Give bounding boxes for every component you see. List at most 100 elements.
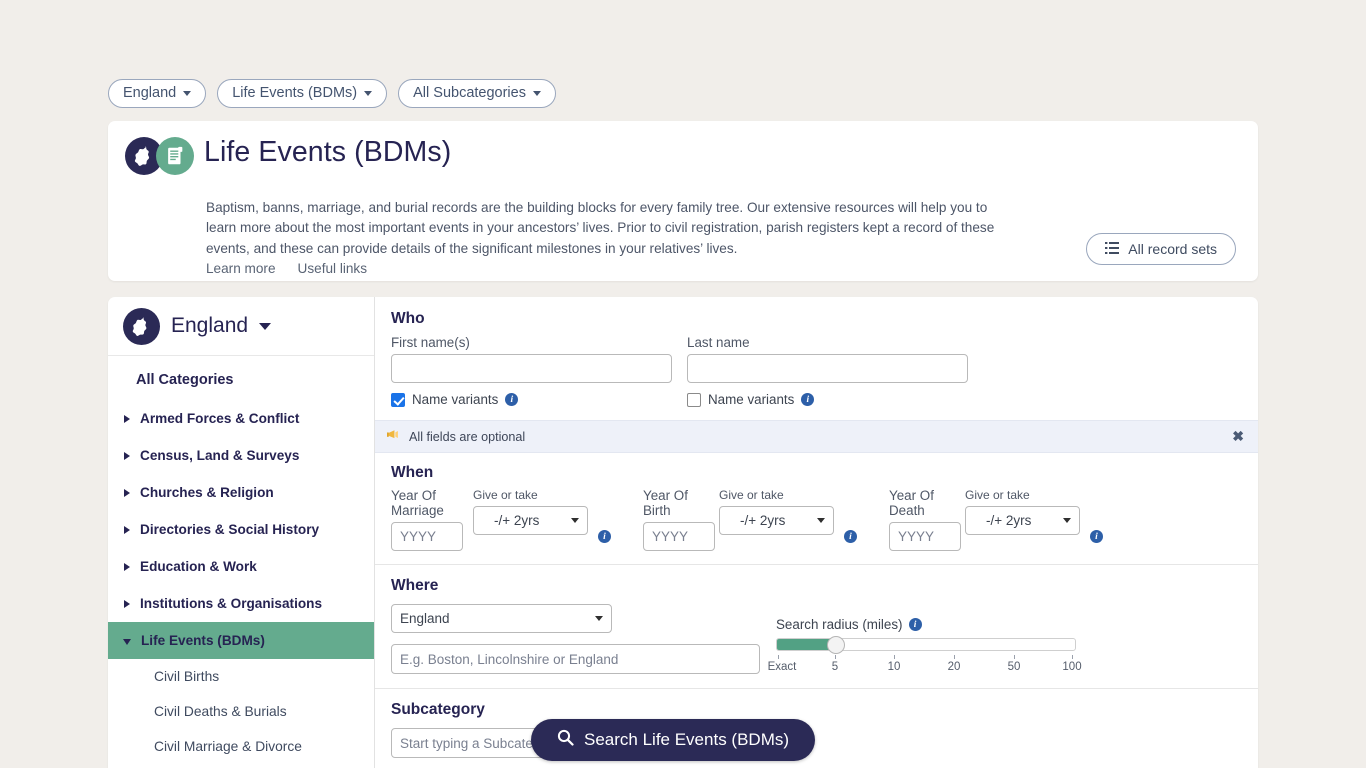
chevron-down-icon	[571, 518, 579, 523]
learn-more-link[interactable]: Learn more	[206, 261, 276, 276]
sidebar-subitem-civil-deaths-burials[interactable]: Civil Deaths & Burials	[108, 694, 374, 729]
chevron-down-icon	[595, 616, 603, 621]
search-radius-handle[interactable]	[827, 636, 845, 654]
first-name-variants-row[interactable]: Name variants i	[391, 392, 687, 407]
optional-fields-notice: All fields are optional ✖	[375, 420, 1258, 453]
birth-give-or-take-value: -/+ 2yrs	[740, 513, 786, 528]
tick-mark	[1072, 655, 1073, 659]
info-icon[interactable]: i	[1090, 530, 1103, 543]
who-section-title: Who	[391, 310, 425, 327]
sidebar-item-churches-religion[interactable]: Churches & Religion	[108, 474, 374, 511]
sidebar-item-institutions-organisations[interactable]: Institutions & Organisations	[108, 585, 374, 622]
sidebar-item-label: Census, Land & Surveys	[140, 448, 300, 463]
info-icon[interactable]: i	[598, 530, 611, 543]
year-of-birth-input[interactable]	[643, 522, 715, 551]
close-icon[interactable]: ✖	[1232, 428, 1244, 445]
first-name-input[interactable]	[391, 354, 672, 383]
breadcrumb-chip-country-label: England	[123, 85, 177, 101]
hero-icon-group	[125, 137, 194, 175]
info-icon[interactable]: i	[801, 393, 815, 406]
sidebar-item-label: Education & Work	[140, 559, 257, 574]
search-radius-tick-100: 100	[1062, 661, 1082, 673]
breadcrumb-chip-category[interactable]: Life Events (BDMs)	[217, 79, 388, 108]
death-give-or-take-label: Give or take	[965, 488, 1030, 502]
hero-links: Learn more Useful links	[206, 261, 367, 276]
all-record-sets-label: All record sets	[1128, 241, 1217, 257]
sidebar-subitem-civil-births[interactable]: Civil Births	[108, 659, 374, 694]
tick-mark	[835, 655, 836, 659]
breadcrumb: England Life Events (BDMs) All Subcatego…	[108, 79, 556, 108]
tick-mark	[1014, 655, 1015, 659]
search-radius-control: Search radius (miles) i Exact 5 10 20 50…	[768, 617, 1082, 677]
tick-mark	[954, 655, 955, 659]
search-radius-tick-20: 20	[947, 661, 961, 673]
sidebar-item-label: Directories & Social History	[140, 522, 320, 537]
year-of-death-input[interactable]	[889, 522, 961, 551]
sidebar-item-label: Life Events (BDMs)	[141, 633, 265, 648]
sidebar-item-census-land-surveys[interactable]: Census, Land & Surveys	[108, 437, 374, 474]
search-radius-ticks: Exact 5 10 20 50 100	[768, 655, 1082, 677]
search-radius-label: Search radius (miles)	[776, 617, 903, 632]
marriage-give-or-take-label: Give or take	[473, 488, 538, 502]
sidebar-country-selector[interactable]: England	[108, 297, 374, 356]
place-input[interactable]	[391, 644, 760, 674]
who-section: Who First name(s) Name variants i Last n…	[375, 297, 1258, 407]
useful-links-link[interactable]: Useful links	[298, 261, 368, 276]
sidebar-item-label: Armed Forces & Conflict	[140, 411, 300, 426]
country-select-value: England	[400, 611, 450, 626]
sidebar-item-directories-social-history[interactable]: Directories & Social History	[108, 511, 374, 548]
search-button[interactable]: Search Life Events (BDMs)	[531, 719, 816, 761]
chevron-right-icon	[124, 451, 130, 460]
info-icon[interactable]: i	[844, 530, 857, 543]
breadcrumb-chip-subcategory[interactable]: All Subcategories	[398, 79, 556, 108]
year-of-marriage-input[interactable]	[391, 522, 463, 551]
category-sidebar: England All Categories Armed Forces & Co…	[108, 297, 375, 768]
year-of-marriage-group: Year Of Marriage Give or take -/+ 2yrs i	[391, 488, 611, 551]
chevron-right-icon	[124, 599, 130, 608]
sidebar-item-armed-forces[interactable]: Armed Forces & Conflict	[108, 400, 374, 437]
first-name-variants-label: Name variants	[412, 392, 499, 407]
search-radius-tick-50: 50	[1007, 661, 1021, 673]
subcategory-section: Subcategory	[375, 689, 1258, 758]
country-select[interactable]: England	[391, 604, 612, 633]
all-record-sets-button[interactable]: All record sets	[1086, 233, 1236, 265]
marriage-give-or-take-value: -/+ 2yrs	[494, 513, 540, 528]
info-icon[interactable]: i	[505, 393, 519, 406]
category-description: Baptism, banns, marriage, and burial rec…	[206, 200, 995, 256]
chevron-down-icon	[183, 90, 192, 96]
last-name-variants-row[interactable]: Name variants i	[687, 392, 987, 407]
first-name-variants-checkbox[interactable]	[391, 392, 405, 407]
category-hero-card: Life Events (BDMs) Baptism, banns, marri…	[108, 121, 1258, 281]
where-section-title: Where	[391, 577, 439, 594]
chevron-down-icon	[532, 90, 541, 96]
birth-give-or-take-select[interactable]: -/+ 2yrs	[719, 506, 834, 535]
tick-mark	[778, 655, 779, 659]
last-name-variants-checkbox[interactable]	[687, 392, 701, 407]
chevron-right-icon	[124, 525, 130, 534]
last-name-input[interactable]	[687, 354, 968, 383]
death-give-or-take-select[interactable]: -/+ 2yrs	[965, 506, 1080, 535]
breadcrumb-chip-country[interactable]: England	[108, 79, 207, 108]
page-title: Life Events (BDMs)	[204, 136, 452, 168]
subcategory-section-title: Subcategory	[391, 701, 485, 718]
sidebar-country-label: England	[171, 314, 249, 337]
sidebar-item-education-work[interactable]: Education & Work	[108, 548, 374, 585]
sidebar-subitem-civil-marriage-divorce[interactable]: Civil Marriage & Divorce	[108, 729, 374, 764]
year-of-birth-label: Year Of Birth	[643, 488, 688, 518]
marriage-give-or-take-select[interactable]: -/+ 2yrs	[473, 506, 588, 535]
tick-mark	[894, 655, 895, 659]
birth-give-or-take-label: Give or take	[719, 488, 784, 502]
sidebar-item-life-events[interactable]: Life Events (BDMs)	[108, 622, 374, 659]
sidebar-all-categories[interactable]: All Categories	[108, 356, 374, 400]
first-name-label: First name(s)	[391, 335, 470, 350]
death-give-or-take-value: -/+ 2yrs	[986, 513, 1032, 528]
chevron-down-icon	[259, 322, 272, 330]
search-radius-slider[interactable]	[776, 636, 1076, 654]
chevron-right-icon	[124, 488, 130, 497]
year-of-marriage-label: Year Of Marriage	[391, 488, 444, 518]
search-icon	[557, 729, 574, 751]
search-form: Who First name(s) Name variants i Last n…	[375, 297, 1258, 768]
year-of-death-group: Year Of Death Give or take -/+ 2yrs i	[889, 488, 1103, 551]
info-icon[interactable]: i	[908, 618, 922, 631]
breadcrumb-chip-category-label: Life Events (BDMs)	[232, 85, 358, 101]
